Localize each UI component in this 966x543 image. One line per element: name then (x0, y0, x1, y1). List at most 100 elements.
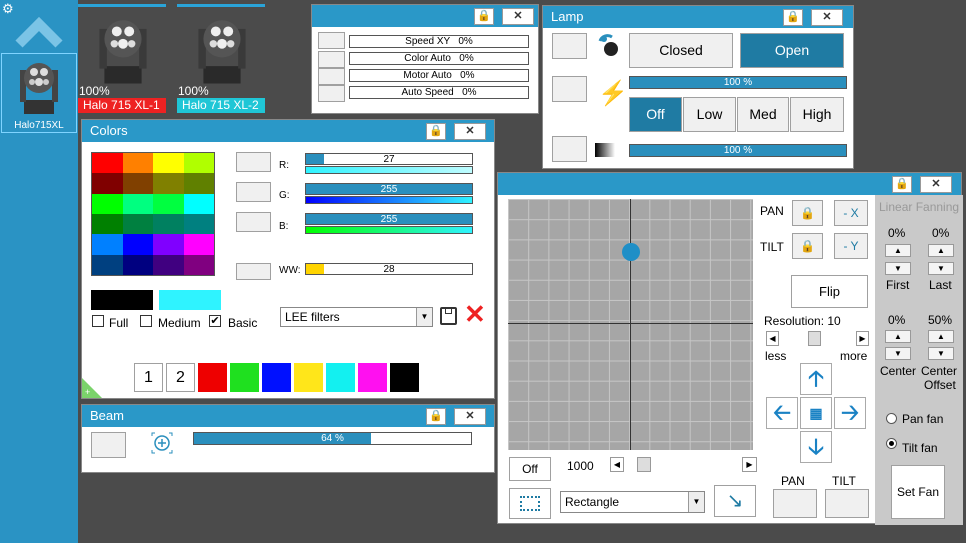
pan-fan-radio[interactable] (886, 413, 897, 424)
arrow-up-icon[interactable]: 🡡 (800, 363, 832, 395)
set-fan-button[interactable]: Set Fan (891, 465, 945, 519)
preset-2-button[interactable]: 2 (166, 363, 195, 392)
palette-swatch[interactable] (183, 234, 214, 255)
arrow-down-icon[interactable]: 🡣 (800, 431, 832, 463)
palette-swatch[interactable] (183, 173, 214, 194)
lock-icon[interactable]: 🔒 (892, 176, 912, 193)
red-bar[interactable]: 27 (305, 153, 473, 165)
lamp-off-button[interactable]: Off (629, 97, 682, 132)
palette-swatch[interactable] (153, 214, 184, 235)
palette-swatch[interactable] (92, 214, 123, 235)
resize-corner-icon[interactable]: + (82, 378, 102, 398)
speed-left-icon[interactable]: ◀ (610, 457, 624, 472)
slider-left-icon[interactable]: ◀ (766, 331, 779, 346)
palette-swatch[interactable] (92, 153, 123, 174)
close-icon[interactable]: ✕ (920, 176, 952, 193)
lock-icon[interactable]: 🔒 (426, 123, 446, 140)
palette-swatch[interactable] (153, 153, 184, 174)
speed-xy-button[interactable] (318, 32, 345, 49)
palette-swatch[interactable] (92, 193, 123, 214)
filter-select[interactable]: LEE filters ▼ (280, 307, 433, 327)
blue-button[interactable] (236, 212, 271, 232)
pan-tilt-grid[interactable] (508, 199, 753, 450)
first-down-icon[interactable]: ▼ (885, 262, 911, 275)
collapse-chevron-icon[interactable] (14, 10, 64, 48)
sidebar-fixture-item[interactable]: Halo715XL (1, 53, 77, 133)
close-icon[interactable]: ✕ (502, 8, 534, 25)
slider-thumb[interactable] (808, 331, 821, 346)
fixture-halo-1[interactable]: 100% Halo 715 XL-1 (78, 4, 166, 113)
lamp-med-button[interactable]: Med (737, 97, 789, 132)
palette-swatch[interactable] (153, 173, 184, 194)
dimmer-button[interactable] (552, 136, 587, 162)
tilt-lock-button[interactable]: 🔒 (792, 233, 823, 259)
palette-swatch[interactable] (92, 254, 123, 275)
motor-auto-button[interactable] (318, 68, 345, 85)
palette-swatch[interactable] (183, 153, 214, 174)
pan-lock-button[interactable]: 🔒 (792, 200, 823, 226)
close-icon[interactable]: ✕ (454, 123, 486, 140)
speed-xy-bar[interactable]: Speed XY 0% (349, 35, 529, 48)
center-up-icon[interactable]: ▲ (885, 330, 911, 343)
apply-shape-button[interactable]: ↘ (714, 485, 756, 517)
flip-button[interactable]: Flip (791, 275, 868, 308)
lamp-power-bar[interactable]: 100 % (629, 76, 847, 89)
color-palette-grid[interactable] (91, 152, 215, 276)
basic-checkbox[interactable]: ✔ (209, 315, 221, 327)
preset-green-swatch[interactable] (230, 363, 259, 392)
fixture-halo-2[interactable]: 100% Halo 715 XL-2 (177, 4, 265, 113)
minus-y-button[interactable]: - Y (834, 233, 868, 259)
speed-right-icon[interactable]: ▶ (742, 457, 757, 472)
lamp-high-button[interactable]: High (790, 97, 844, 132)
auto-speed-button[interactable] (318, 85, 345, 102)
palette-swatch[interactable] (122, 234, 153, 255)
color-auto-button[interactable] (318, 51, 345, 68)
close-icon[interactable]: ✕ (811, 9, 843, 26)
lamp-power-button[interactable] (552, 76, 587, 102)
blue-bar[interactable]: 255 (305, 213, 473, 225)
beam-bar[interactable]: 64 % (193, 432, 472, 445)
dimmer-bar[interactable]: 100 % (629, 144, 847, 157)
speed-thumb[interactable] (637, 457, 651, 472)
center-down-icon[interactable]: ▼ (885, 347, 911, 360)
preset-red-swatch[interactable] (198, 363, 227, 392)
green-button[interactable] (236, 182, 271, 202)
slider-right-icon[interactable]: ▶ (856, 331, 869, 346)
palette-swatch[interactable] (183, 254, 214, 275)
lock-icon[interactable]: 🔒 (426, 408, 446, 425)
preset-yellow-swatch[interactable] (294, 363, 323, 392)
palette-swatch[interactable] (183, 214, 214, 235)
palette-swatch[interactable] (122, 214, 153, 235)
medium-checkbox[interactable] (140, 315, 152, 327)
delete-icon[interactable]: ✕ (464, 301, 486, 327)
save-icon[interactable] (440, 307, 457, 325)
select-rectangle-button[interactable] (509, 488, 551, 519)
motor-auto-bar[interactable]: Motor Auto 0% (349, 69, 529, 82)
lock-icon[interactable]: 🔒 (783, 9, 803, 26)
offset-down-icon[interactable]: ▼ (928, 347, 954, 360)
tilt-fan-radio[interactable] (886, 438, 897, 449)
beam-button[interactable] (91, 432, 126, 458)
position-off-button[interactable]: Off (509, 457, 551, 481)
palette-swatch[interactable] (122, 153, 153, 174)
open-button[interactable]: Open (740, 33, 844, 68)
preset-magenta-swatch[interactable] (358, 363, 387, 392)
color-auto-bar[interactable]: Color Auto 0% (349, 52, 529, 65)
arrow-left-icon[interactable]: 🡠 (766, 397, 798, 429)
first-up-icon[interactable]: ▲ (885, 244, 911, 257)
preset-1-button[interactable]: 1 (134, 363, 163, 392)
preset-cyan-swatch[interactable] (326, 363, 355, 392)
position-marker[interactable] (622, 243, 640, 261)
speed-slider[interactable]: ◀ ▶ (610, 457, 757, 472)
offset-up-icon[interactable]: ▲ (928, 330, 954, 343)
last-down-icon[interactable]: ▼ (928, 262, 954, 275)
palette-swatch[interactable] (153, 193, 184, 214)
tilt-button[interactable] (825, 489, 869, 518)
palette-swatch[interactable] (183, 193, 214, 214)
green-bar[interactable]: 255 (305, 183, 473, 195)
red-button[interactable] (236, 152, 271, 172)
palette-swatch[interactable] (153, 234, 184, 255)
warm-white-button[interactable] (236, 263, 271, 280)
preset-black-swatch[interactable] (390, 363, 419, 392)
pan-button[interactable] (773, 489, 817, 518)
